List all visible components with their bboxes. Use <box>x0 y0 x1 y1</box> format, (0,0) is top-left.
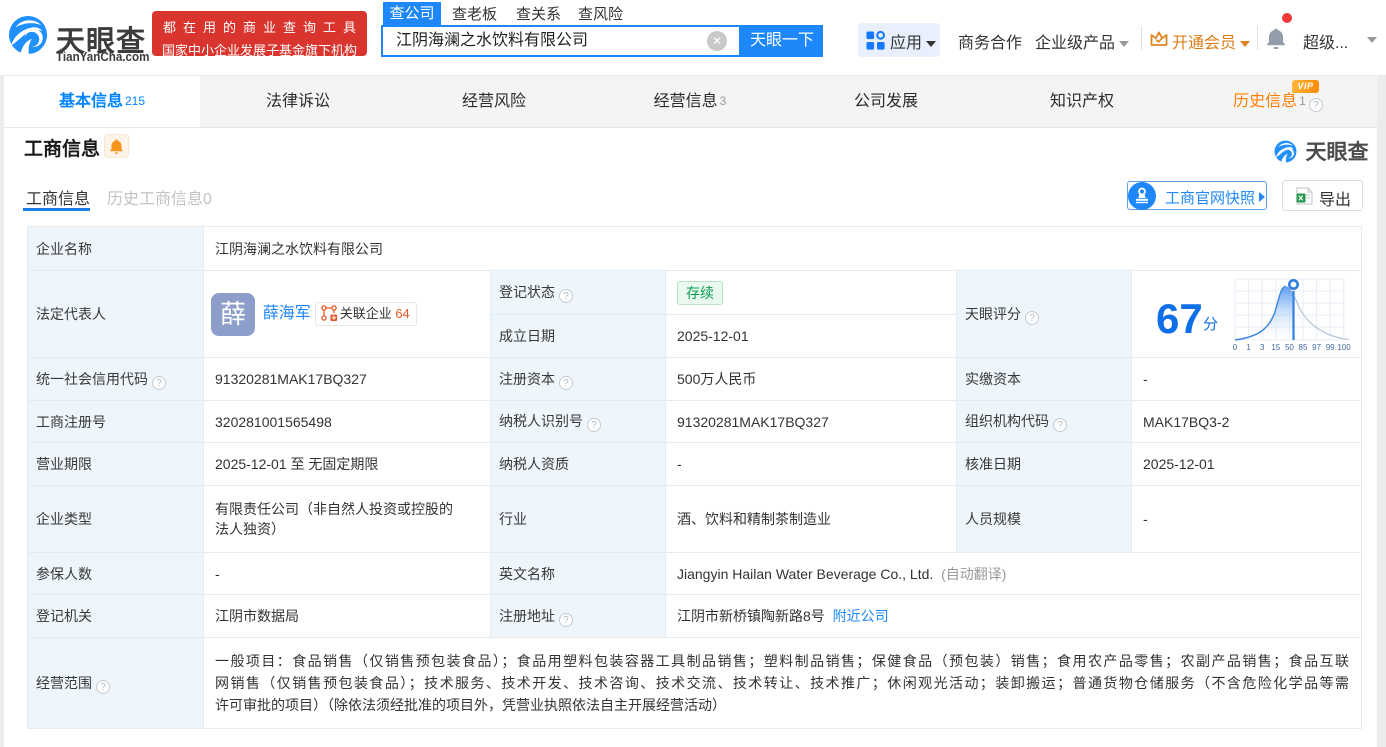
svg-text:1: 1 <box>1246 343 1251 352</box>
svg-text:0: 0 <box>1233 343 1238 352</box>
svg-text:97: 97 <box>1312 343 1321 352</box>
svg-text:85: 85 <box>1299 343 1308 352</box>
svg-text:50: 50 <box>1285 343 1294 352</box>
svg-text:100: 100 <box>1337 343 1351 352</box>
svg-text:3: 3 <box>1260 343 1265 352</box>
svg-text:15: 15 <box>1271 343 1280 352</box>
svg-text:99: 99 <box>1326 343 1335 352</box>
